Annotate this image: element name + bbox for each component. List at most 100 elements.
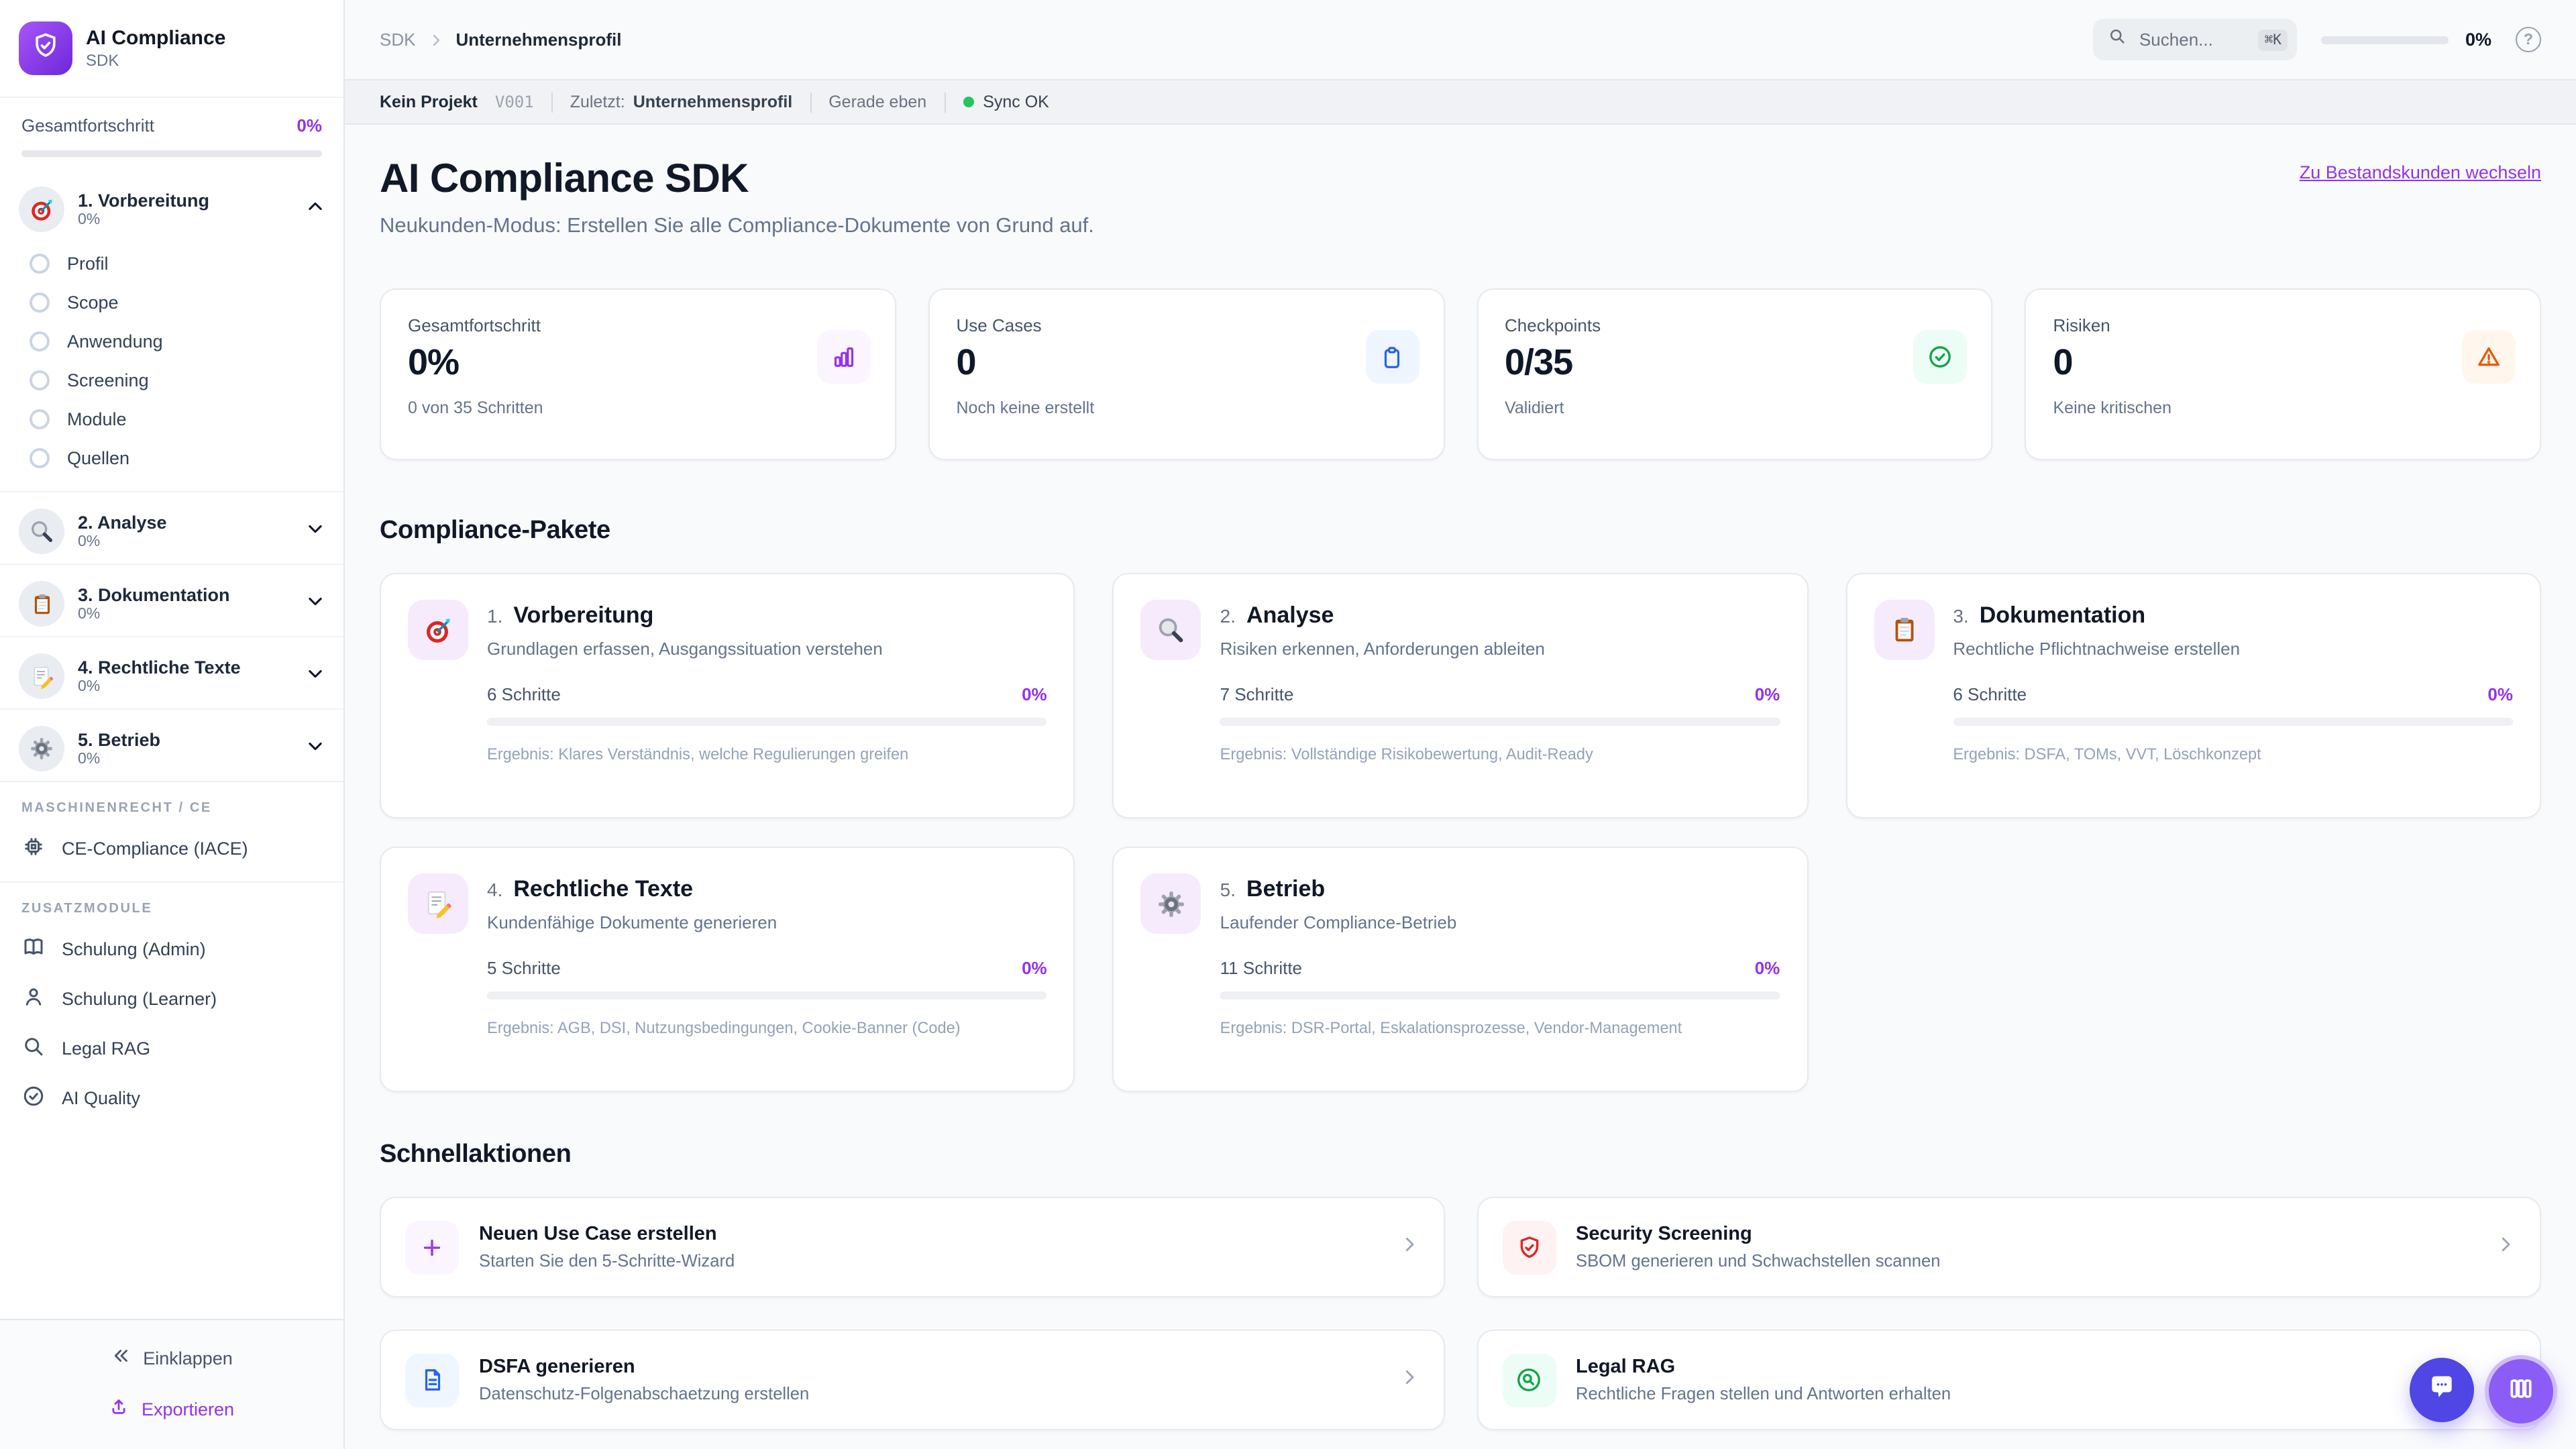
help-icon[interactable]: ?: [2516, 27, 2541, 52]
package-progress: 0%: [1022, 958, 1047, 978]
target-icon: [19, 186, 64, 232]
step-circle-icon: [30, 331, 50, 352]
package-title: Rechtliche Texte: [513, 876, 694, 902]
breadcrumb-current: Unternehmensprofil: [455, 30, 622, 50]
collapse-sidebar-button[interactable]: Einklappen: [13, 1338, 330, 1378]
package-card-analyse[interactable]: 2. Analyse Risiken erkennen, Anforderung…: [1112, 573, 1809, 818]
sidebar-item-ai-quality[interactable]: AI Quality: [0, 1073, 343, 1123]
chevrons-left-icon: [111, 1346, 131, 1370]
action-security-screening[interactable]: Security Screening SBOM generieren und S…: [1477, 1197, 2541, 1297]
section-header: MASCHINENRECHT / CE: [21, 801, 212, 816]
step-circle-icon: [30, 254, 50, 274]
chevron-up-icon: [306, 197, 325, 222]
search-icon: [2108, 27, 2127, 52]
export-button[interactable]: Exportieren: [13, 1389, 330, 1429]
action-description: Rechtliche Fragen stellen und Antworten …: [1576, 1383, 1951, 1403]
action-legal-rag[interactable]: Legal RAG Rechtliche Fragen stellen und …: [1477, 1330, 2541, 1430]
action-title: Security Screening: [1576, 1224, 1752, 1245]
sidebar-step-module[interactable]: Module: [21, 400, 327, 439]
phase-header-vorbereitung[interactable]: 1. Vorbereitung 0%: [16, 182, 327, 236]
package-card-dokumentation[interactable]: 3. Dokumentation Rechtliche Pflichtnachw…: [1845, 573, 2541, 818]
clipboard-icon: [1365, 330, 1419, 384]
check-circle-icon: [1913, 330, 1968, 384]
package-description: Grundlagen erfassen, Ausgangssituation v…: [487, 639, 883, 659]
package-progress: 0%: [1022, 684, 1047, 704]
action-new-use-case[interactable]: Neuen Use Case erstellen Starten Sie den…: [380, 1197, 1444, 1297]
phase-header-betrieb[interactable]: 5. Betrieb 0%: [16, 722, 327, 775]
sidebar-step-anwendung[interactable]: Anwendung: [21, 322, 327, 361]
magnifier-icon: [1140, 600, 1201, 660]
magnifier-icon: [19, 508, 64, 554]
stat-value: 0: [956, 342, 977, 382]
breadcrumb-root[interactable]: SDK: [380, 30, 415, 50]
chat-bubble-icon: [2427, 1372, 2457, 1408]
phase-label: 3. Dokumentation: [78, 585, 230, 605]
sidebar-step-quellen[interactable]: Quellen: [21, 439, 327, 478]
phase-header-dokumentation[interactable]: 3. Dokumentation 0%: [16, 577, 327, 631]
package-card-vorbereitung[interactable]: 1. Vorbereitung Grundlagen erfassen, Aus…: [380, 573, 1075, 818]
chevron-right-icon: [1399, 1366, 1419, 1393]
action-title: Neuen Use Case erstellen: [479, 1224, 717, 1245]
section-header: ZUSATZMODULE: [21, 902, 153, 916]
package-card-rechtliche-texte[interactable]: 4. Rechtliche Texte Kundenfähige Dokumen…: [380, 847, 1075, 1092]
stat-value: 0: [2053, 342, 2074, 382]
phase-header-analyse[interactable]: 2. Analyse 0%: [16, 504, 327, 558]
sync-label: Sync OK: [983, 93, 1049, 111]
memo-icon: [19, 653, 64, 699]
action-title: Legal RAG: [1576, 1356, 1676, 1378]
divider: [944, 92, 946, 112]
stat-sub: Noch keine erstellt: [956, 398, 1095, 417]
gear-icon: [19, 726, 64, 771]
clipboard-emoji-icon: [1874, 600, 1935, 660]
stat-card-risiken: Risiken 0 Keine kritischen: [2025, 288, 2541, 460]
quick-actions-heading: Schnellaktionen: [380, 1140, 572, 1169]
phase-header-rechtliche-texte[interactable]: 4. Rechtliche Texte 0%: [16, 649, 327, 703]
chat-button[interactable]: [2410, 1358, 2474, 1422]
package-title: Dokumentation: [1979, 602, 2146, 628]
switch-to-existing-customers-link[interactable]: Zu Bestandskunden wechseln: [2300, 162, 2541, 182]
topbar-progress-bar: [2321, 36, 2449, 44]
divider: [810, 92, 812, 112]
sidebar-section-zusatzmodule: ZUSATZMODULE Schulung (Admin) Schulung (…: [0, 881, 343, 1131]
sidebar-item-schulung-learner[interactable]: Schulung (Learner): [0, 974, 343, 1024]
action-dsfa-generieren[interactable]: DSFA generieren Datenschutz-Folgenabscha…: [380, 1330, 1444, 1430]
sidebar-footer: Einklappen Exportieren: [0, 1319, 343, 1449]
action-title: DSFA generieren: [479, 1356, 635, 1378]
sidebar-step-scope[interactable]: Scope: [21, 283, 327, 322]
package-steps: 6 Schritte: [487, 684, 561, 704]
chevron-right-icon: [2496, 1234, 2516, 1260]
search-input[interactable]: Suchen... ⌘K: [2093, 19, 2298, 60]
step-circle-icon: [30, 409, 50, 429]
phase-steps: Profil Scope Anwendung Screening Module …: [16, 236, 327, 486]
package-result: Ergebnis: AGB, DSI, Nutzungsbedingungen,…: [487, 1018, 961, 1037]
chevron-down-icon: [306, 736, 325, 761]
sidebar-phase-rechtliche-texte: 4. Rechtliche Texte 0%: [0, 636, 343, 708]
phase-label: 1. Vorbereitung: [78, 191, 210, 211]
sync-status: Sync OK: [963, 93, 1049, 111]
search-circle-icon: [1502, 1353, 1556, 1407]
app-name: AI Compliance: [86, 26, 226, 50]
package-progress-bar: [487, 718, 1047, 726]
package-result: Ergebnis: DSFA, TOMs, VVT, Löschkonzept: [1953, 745, 2261, 763]
page-content: AI Compliance SDK Neukunden-Modus: Erste…: [345, 125, 2576, 1449]
sidebar-item-schulung-admin[interactable]: Schulung (Admin): [0, 924, 343, 974]
warning-icon: [2462, 330, 2516, 384]
sidebar-step-screening[interactable]: Screening: [21, 361, 327, 400]
step-circle-icon: [30, 448, 50, 468]
board-button[interactable]: [2485, 1355, 2557, 1428]
package-progress-bar: [487, 991, 1047, 1000]
collapse-label: Einklappen: [143, 1348, 233, 1368]
sidebar-item-legal-rag[interactable]: Legal RAG: [0, 1024, 343, 1073]
updated-time: Gerade eben: [828, 93, 927, 111]
sidebar-step-profil[interactable]: Profil: [21, 244, 327, 283]
quick-actions-grid: Neuen Use Case erstellen Starten Sie den…: [380, 1197, 2541, 1430]
breadcrumb: SDK Unternehmensprofil: [380, 30, 622, 50]
package-card-betrieb[interactable]: 5. Betrieb Laufender Compliance-Betrieb …: [1112, 847, 1809, 1092]
search-placeholder: Suchen...: [2139, 30, 2213, 50]
package-progress: 0%: [1754, 684, 1780, 704]
sidebar: AI Compliance SDK Gesamtfortschritt 0% 1…: [0, 0, 345, 1449]
sidebar-item-ce-compliance[interactable]: CE-Compliance (IACE): [0, 824, 343, 873]
package-description: Kundenfähige Dokumente generieren: [487, 912, 777, 932]
stat-value: 0/35: [1505, 342, 1573, 382]
last-value: Unternehmensprofil: [633, 93, 793, 111]
